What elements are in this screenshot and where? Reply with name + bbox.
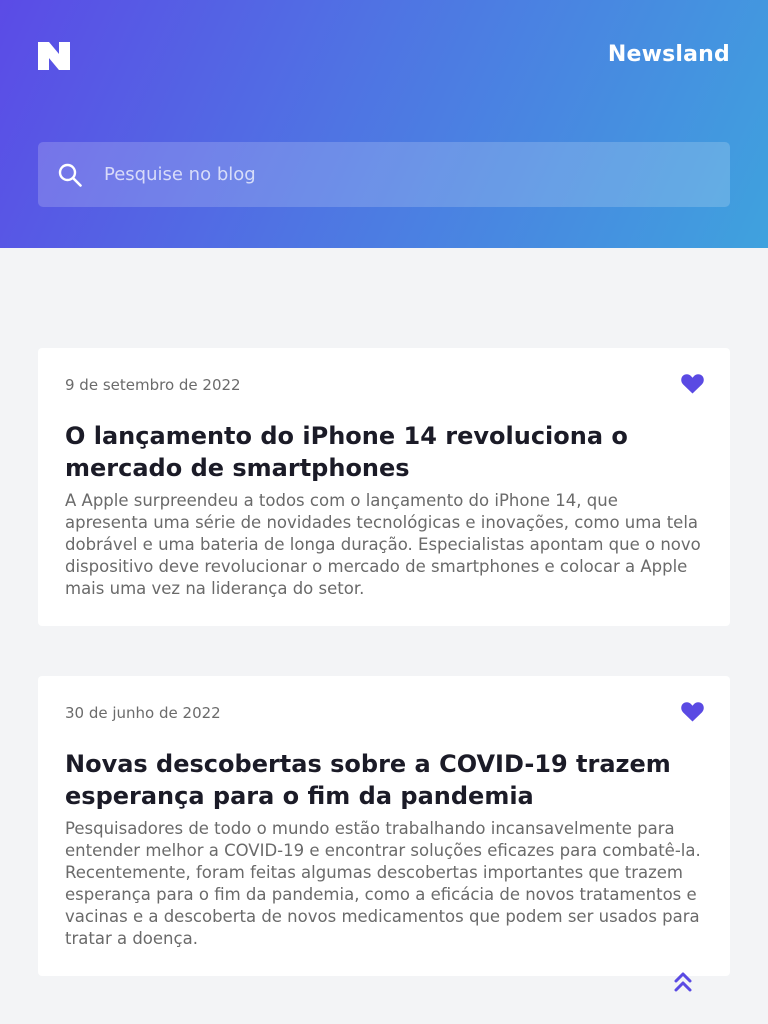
post-card[interactable]: 9 de setembro de 2022 O lançamento do iP… [38,348,730,626]
post-date: 9 de setembro de 2022 [65,376,241,394]
post-title[interactable]: Novas descobertas sobre a COVID-19 traze… [65,748,705,812]
n-logo-icon[interactable] [38,42,70,70]
post-excerpt: A Apple surpreendeu a todos com o lançam… [65,491,701,598]
search-icon[interactable] [58,163,82,187]
post-excerpt: Pesquisadores de todo o mundo estão trab… [65,819,701,948]
site-header: Newsland [0,0,768,248]
heart-icon[interactable] [681,374,704,394]
search-input[interactable] [104,142,704,207]
double-chevron-up-icon[interactable] [673,970,693,994]
post-card[interactable]: 30 de junho de 2022 Novas descobertas so… [38,676,730,976]
search-bar[interactable] [38,142,730,207]
brand-name[interactable]: Newsland [608,42,730,67]
heart-icon[interactable] [681,702,704,722]
post-date: 30 de junho de 2022 [65,704,221,722]
post-title[interactable]: O lançamento do iPhone 14 revoluciona o … [65,420,705,484]
